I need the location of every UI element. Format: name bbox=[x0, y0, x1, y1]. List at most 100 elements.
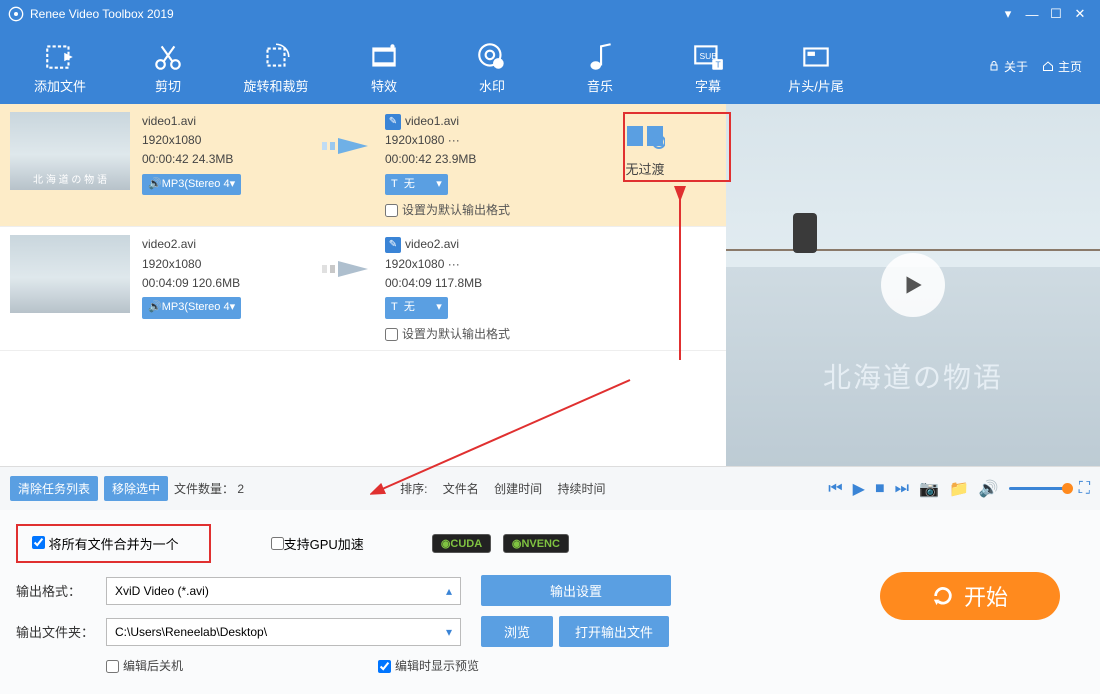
refresh-icon bbox=[932, 585, 954, 607]
sort-label: 排序: bbox=[400, 482, 427, 496]
output-resolution: 1920x1080 ··· bbox=[385, 255, 585, 274]
play-control-button[interactable]: ▶ bbox=[853, 479, 865, 499]
next-button[interactable]: ⏭ bbox=[895, 480, 909, 498]
tool-add-file[interactable]: 添加文件 bbox=[6, 38, 114, 95]
output-filename: video2.avi bbox=[405, 237, 459, 251]
tool-rotate-crop[interactable]: 旋转和裁剪 bbox=[222, 38, 330, 95]
volume-slider[interactable] bbox=[1009, 487, 1069, 490]
lock-icon bbox=[988, 60, 1000, 72]
play-icon bbox=[900, 272, 926, 298]
tool-music[interactable]: 音乐 bbox=[546, 38, 654, 95]
file-count-value: 2 bbox=[237, 482, 244, 496]
subtitle-pill[interactable]: T 无 ▾ bbox=[385, 297, 448, 319]
preview-pane: 北海道の物语 bbox=[726, 104, 1100, 466]
watermark-icon bbox=[475, 40, 509, 74]
input-filename: video2.avi bbox=[142, 235, 305, 254]
svg-text:+: + bbox=[656, 138, 662, 149]
home-icon bbox=[1042, 60, 1054, 72]
input-resolution: 1920x1080 bbox=[142, 131, 305, 150]
tool-intro-outro[interactable]: 片头/片尾 bbox=[762, 38, 870, 95]
audio-format-pill[interactable]: 🔊 MP3(Stereo 4 ▾ bbox=[142, 174, 241, 196]
effects-icon bbox=[367, 40, 401, 74]
thumbnail bbox=[10, 235, 130, 313]
sort-by-name[interactable]: 文件名 bbox=[443, 482, 479, 496]
dropdown-icon[interactable]: ▾ bbox=[996, 6, 1020, 22]
output-duration-size: 00:00:42 23.9MB bbox=[385, 150, 585, 169]
transition-icon[interactable]: + bbox=[625, 122, 665, 150]
music-icon bbox=[583, 40, 617, 74]
scissors-icon bbox=[151, 40, 185, 74]
list-controls-bar: 清除任务列表 移除选中 文件数量： 2 排序: 文件名 创建时间 持续时间 ⏮ … bbox=[0, 466, 1100, 510]
merge-all-checkbox[interactable] bbox=[32, 536, 45, 549]
start-button[interactable]: 开始 bbox=[880, 572, 1060, 620]
tool-label: 添加文件 bbox=[6, 76, 114, 95]
input-resolution: 1920x1080 bbox=[142, 255, 305, 274]
play-button[interactable] bbox=[881, 253, 945, 317]
tool-label: 字幕 bbox=[654, 76, 762, 95]
output-resolution: 1920x1080 ··· bbox=[385, 131, 585, 150]
set-default-checkbox[interactable] bbox=[385, 204, 398, 217]
file-list: 北 海 道 の 物 语 video1.avi 1920x1080 00:00:4… bbox=[0, 104, 726, 466]
app-logo-icon bbox=[8, 6, 24, 22]
about-link[interactable]: 关于 bbox=[988, 58, 1028, 75]
tool-cut[interactable]: 剪切 bbox=[114, 38, 222, 95]
volume-icon[interactable]: 🔊 bbox=[979, 479, 999, 499]
tool-effects[interactable]: 特效 bbox=[330, 38, 438, 95]
svg-text:T: T bbox=[715, 59, 720, 69]
tool-label: 旋转和裁剪 bbox=[222, 76, 330, 95]
fullscreen-button[interactable]: ⛶ bbox=[1079, 480, 1090, 498]
video-row[interactable]: 北 海 道 の 物 语 video1.avi 1920x1080 00:00:4… bbox=[0, 104, 726, 227]
open-output-button[interactable]: 打开输出文件 bbox=[559, 616, 669, 647]
file-count-label: 文件数量： bbox=[174, 480, 234, 497]
maximize-button[interactable]: ☐ bbox=[1044, 6, 1068, 22]
clear-list-button[interactable]: 清除任务列表 bbox=[10, 476, 98, 501]
tool-subtitle[interactable]: SUBT 字幕 bbox=[654, 38, 762, 95]
video-row[interactable]: video2.avi 1920x1080 00:04:09 120.6MB 🔊 … bbox=[0, 227, 726, 350]
remove-selected-button[interactable]: 移除选中 bbox=[104, 476, 168, 501]
chevron-down-icon: ▾ bbox=[446, 625, 452, 639]
subtitle-pill[interactable]: T 无 ▾ bbox=[385, 174, 448, 196]
input-filename: video1.avi bbox=[142, 112, 305, 131]
preview-edit-checkbox[interactable] bbox=[378, 660, 391, 673]
output-filename: video1.avi bbox=[405, 114, 459, 128]
main-toolbar: 添加文件 剪切 旋转和裁剪 特效 水印 音乐 SUBT 字幕 片头/片尾 关于 … bbox=[0, 28, 1100, 104]
sort-by-duration[interactable]: 持续时间 bbox=[557, 482, 605, 496]
set-default-checkbox[interactable] bbox=[385, 328, 398, 341]
output-settings-button[interactable]: 输出设置 bbox=[481, 575, 671, 606]
merge-highlight-frame: 将所有文件合并为一个 bbox=[16, 524, 211, 563]
snapshot-button[interactable]: 📷 bbox=[919, 479, 939, 499]
convert-arrow-icon bbox=[305, 235, 385, 343]
open-folder-button[interactable]: 📁 bbox=[949, 479, 969, 499]
minimize-button[interactable]: — bbox=[1020, 7, 1044, 22]
audio-format-pill[interactable]: 🔊 MP3(Stereo 4 ▾ bbox=[142, 297, 241, 319]
thumbnail: 北 海 道 の 物 语 bbox=[10, 112, 130, 190]
tool-label: 水印 bbox=[438, 76, 546, 95]
output-folder-label: 输出文件夹： bbox=[16, 622, 106, 641]
tool-label: 特效 bbox=[330, 76, 438, 95]
preview-caption: 北海道の物语 bbox=[726, 356, 1100, 396]
output-format-label: 输出格式： bbox=[16, 581, 106, 600]
edit-icon[interactable]: ✎ bbox=[385, 237, 401, 253]
shutdown-checkbox[interactable] bbox=[106, 660, 119, 673]
chevron-up-icon: ▴ bbox=[446, 584, 452, 598]
crop-icon bbox=[259, 40, 293, 74]
gpu-accel-checkbox[interactable] bbox=[271, 537, 284, 550]
convert-arrow-icon bbox=[305, 112, 385, 220]
edit-icon[interactable]: ✎ bbox=[385, 114, 401, 130]
subtitle-icon: SUBT bbox=[691, 40, 725, 74]
tool-watermark[interactable]: 水印 bbox=[438, 38, 546, 95]
home-link[interactable]: 主页 bbox=[1042, 58, 1082, 75]
browse-button[interactable]: 浏览 bbox=[481, 616, 553, 647]
app-title: Renee Video Toolbox 2019 bbox=[30, 7, 174, 21]
tool-label: 剪切 bbox=[114, 76, 222, 95]
nvenc-badge: ◉ NVENC bbox=[503, 534, 569, 553]
tool-label: 音乐 bbox=[546, 76, 654, 95]
cuda-badge: ◉ CUDA bbox=[432, 534, 491, 553]
close-button[interactable]: ✕ bbox=[1068, 6, 1092, 22]
sort-by-ctime[interactable]: 创建时间 bbox=[494, 482, 542, 496]
output-format-combo[interactable]: XviD Video (*.avi)▴ bbox=[106, 577, 461, 605]
merge-all-label: 将所有文件合并为一个 bbox=[49, 537, 179, 552]
prev-button[interactable]: ⏮ bbox=[828, 480, 842, 498]
output-folder-combo[interactable]: C:\Users\Reneelab\Desktop\▾ bbox=[106, 618, 461, 646]
stop-button[interactable]: ■ bbox=[875, 480, 885, 498]
